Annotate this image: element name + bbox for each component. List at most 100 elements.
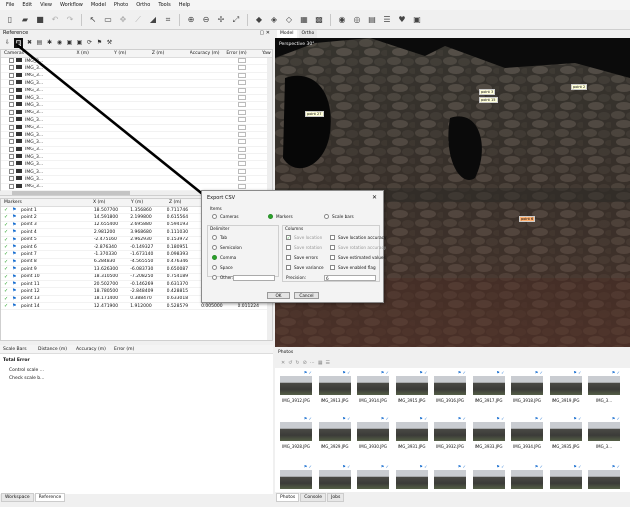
import-reference-icon[interactable]: ⇩: [4, 39, 11, 47]
table-row[interactable]: IMG_3...: [1, 131, 272, 140]
move-view-icon[interactable]: ✢: [215, 14, 227, 26]
col-y[interactable]: Y (m): [131, 199, 169, 206]
marker-label-point-27[interactable]: point 27: [305, 111, 324, 117]
export-reference-icon[interactable]: ▣: [14, 37, 23, 48]
photo-thumbnail[interactable]: ⚑ ✓: [395, 416, 428, 441]
photo-thumbnail[interactable]: ⚑ ✓: [549, 416, 582, 441]
checkmark-icon[interactable]: ✓: [4, 229, 10, 235]
optimize-icon[interactable]: ⚑: [96, 39, 103, 47]
photo-thumbnail[interactable]: ⚑ ✓: [318, 464, 351, 489]
checkmark-icon[interactable]: ✓: [4, 222, 10, 228]
save-rotation-accuracy[interactable]: Save rotation accuracy: [330, 245, 386, 250]
yaw-cell[interactable]: [238, 65, 246, 71]
move-object-icon[interactable]: ✥: [117, 14, 129, 26]
redo-icon[interactable]: ↷: [64, 14, 76, 26]
crop-icon[interactable]: ⌗: [162, 14, 174, 26]
photo-thumbnail[interactable]: ⚑ ✓: [357, 416, 389, 441]
row-checkbox[interactable]: [9, 176, 14, 182]
photo-thumbnail[interactable]: ⚑ ✓: [588, 370, 620, 395]
camera-icon[interactable]: ◉: [336, 14, 348, 26]
save-location[interactable]: ✓ Save location: [286, 235, 322, 240]
reset-filter-icon[interactable]: ⊘: [303, 360, 307, 366]
yaw-cell[interactable]: [238, 124, 246, 130]
table-row[interactable]: IMG_3...: [1, 124, 272, 132]
texture-icon[interactable]: ▦: [298, 14, 310, 26]
row-checkbox[interactable]: [9, 146, 14, 152]
photo-thumbnail[interactable]: ⚑ ✓: [588, 464, 620, 489]
table-row[interactable]: IMG_3...: [1, 65, 272, 73]
photo-thumbnail[interactable]: ⚑ ✓: [318, 370, 351, 395]
grid-view-icon[interactable]: ▤: [366, 14, 378, 26]
ok-button[interactable]: OK: [267, 292, 290, 299]
other-delimiter-input[interactable]: [233, 275, 275, 281]
yaw-cell[interactable]: [238, 154, 246, 160]
menu-photo[interactable]: Photo: [114, 2, 128, 8]
row-checkbox[interactable]: [9, 168, 14, 174]
row-checkbox[interactable]: [9, 109, 14, 115]
checkmark-icon[interactable]: ✓: [4, 237, 10, 243]
checkmark-icon[interactable]: ✓: [4, 244, 10, 250]
save-errors[interactable]: Save errors: [286, 255, 318, 260]
marker-label-point-6[interactable]: point 6: [519, 216, 536, 222]
tab-reference[interactable]: Reference: [34, 493, 66, 502]
yaw-cell[interactable]: [238, 176, 246, 182]
table-row[interactable]: IMG_3...: [1, 176, 272, 184]
delimiter-comma[interactable]: Comma: [212, 255, 236, 260]
row-checkbox[interactable]: [9, 65, 14, 71]
menu-edit[interactable]: Edit: [22, 2, 32, 8]
details-icon[interactable]: ☰: [326, 360, 330, 366]
save-variance[interactable]: Save variance: [286, 265, 324, 270]
list-view-icon[interactable]: ☰: [381, 14, 393, 26]
undo-icon[interactable]: ↶: [49, 14, 61, 26]
mesh-icon[interactable]: ◇: [283, 14, 295, 26]
delimiter-semicolon[interactable]: Semicolon: [212, 245, 242, 250]
delimiter-tab[interactable]: Tab: [212, 235, 227, 240]
col-error[interactable]: Error (m): [226, 50, 262, 57]
save-rotation[interactable]: Save rotation: [286, 245, 322, 250]
tab-jobs[interactable]: Jobs: [327, 493, 345, 502]
col-z[interactable]: Z (m): [169, 199, 205, 206]
checkmark-icon[interactable]: ✓: [4, 259, 10, 265]
yaw-cell[interactable]: [238, 168, 246, 174]
navigation-cursor-icon[interactable]: ↖: [87, 14, 99, 26]
cameras-vscroll[interactable]: [267, 58, 272, 195]
rotate-right-icon[interactable]: ↻: [295, 360, 299, 366]
checkmark-icon[interactable]: ✓: [4, 296, 10, 302]
col-accuracy[interactable]: Accuracy (m): [190, 50, 227, 57]
tab-photos[interactable]: Photos: [276, 493, 300, 502]
table-row[interactable]: IMG_3...: [1, 117, 272, 125]
marker-label-point-3[interactable]: point 3: [479, 89, 496, 95]
menu-file[interactable]: File: [6, 2, 14, 8]
photo-thumbnail[interactable]: ⚑ ✓: [434, 416, 466, 441]
checkmark-icon[interactable]: ✓: [4, 274, 10, 280]
table-row[interactable]: IMG_3...: [1, 58, 272, 66]
table-icon[interactable]: ▤: [36, 39, 43, 47]
photo-thumbnail[interactable]: ⚑ ✓: [588, 416, 620, 441]
col-markers[interactable]: Markers: [1, 199, 93, 206]
table-row[interactable]: IMG_3...: [1, 168, 272, 177]
item-cameras[interactable]: Cameras: [212, 214, 239, 219]
row-checkbox[interactable]: [9, 72, 14, 78]
zoom-out-icon[interactable]: ⊖: [200, 14, 212, 26]
save-enabled-flag[interactable]: Save enabled flag: [330, 265, 376, 270]
menu-workflow[interactable]: Workflow: [60, 2, 83, 8]
col-y[interactable]: Y (m): [114, 50, 152, 57]
row-checkbox[interactable]: [9, 58, 14, 63]
photo-thumbnail[interactable]: ⚑ ✓: [434, 464, 466, 489]
checkmark-icon[interactable]: ✓: [4, 266, 10, 272]
delimiter-other[interactable]: Other:: [212, 275, 233, 280]
save-estimated-values[interactable]: Save estimated values: [330, 255, 386, 260]
yaw-cell[interactable]: [238, 131, 246, 137]
tab-ortho[interactable]: Ortho: [298, 30, 318, 38]
row-checkbox[interactable]: [9, 183, 14, 189]
menu-help[interactable]: Help: [179, 2, 190, 8]
col-z[interactable]: Z (m): [152, 50, 190, 57]
row-checkbox[interactable]: [9, 94, 14, 100]
photo-thumbnail[interactable]: ⚑ ✓: [280, 370, 312, 395]
yaw-cell[interactable]: [238, 102, 246, 108]
table-row[interactable]: IMG_3...: [1, 94, 272, 103]
shape-draw-icon[interactable]: ⟋: [132, 14, 144, 26]
photo-thumbnail[interactable]: ⚑ ✓: [434, 370, 466, 395]
col-cameras[interactable]: Cameras: [1, 50, 76, 57]
screenshot-icon[interactable]: ▣: [411, 14, 423, 26]
